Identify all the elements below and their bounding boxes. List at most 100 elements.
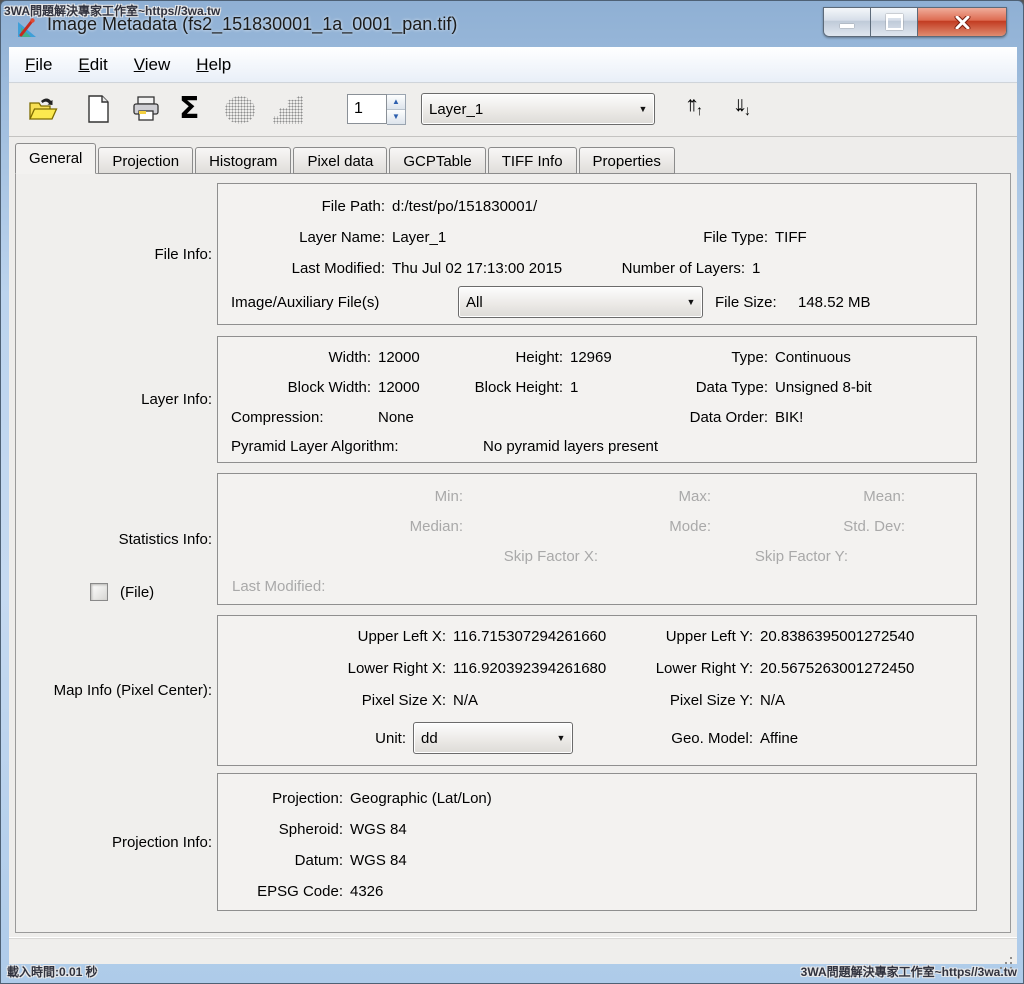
tab-tiff-info[interactable]: TIFF Info xyxy=(488,147,577,174)
maximize-icon xyxy=(886,14,903,30)
chevron-down-icon: ▼ xyxy=(632,104,654,114)
layer-select-dropdown[interactable]: Layer_1 ▼ xyxy=(421,93,655,125)
aux-files-dropdown[interactable]: All ▼ xyxy=(458,286,703,318)
window-controls xyxy=(823,7,1007,37)
layers-ascend-button[interactable]: ↑↑↑ xyxy=(685,93,699,117)
close-icon xyxy=(954,16,971,29)
aux-files-label: Image/Auxiliary File(s) xyxy=(231,294,379,312)
tab-properties[interactable]: Properties xyxy=(579,147,675,174)
lower-right-y-value: 20.5675263001272450 xyxy=(760,660,914,678)
skip-factor-y-label: Skip Factor Y: xyxy=(648,548,848,566)
datum-value: WGS 84 xyxy=(350,852,407,870)
upper-left-x-label: Upper Left X: xyxy=(218,628,446,646)
block-height-label: Block Height: xyxy=(463,379,563,397)
epsg-code-label: EPSG Code: xyxy=(218,883,343,901)
spinner-up-button[interactable]: ▲ xyxy=(387,95,405,110)
resize-grip[interactable] xyxy=(1010,957,1012,959)
layer-name-value: Layer_1 xyxy=(392,229,446,247)
open-folder-icon xyxy=(27,95,59,123)
spinner-down-button[interactable]: ▼ xyxy=(387,110,405,124)
tab-histogram[interactable]: Histogram xyxy=(195,147,291,174)
num-layers-value: 1 xyxy=(752,260,760,278)
layer-info-section-label: Layer Info: xyxy=(20,391,212,408)
file-info-group: File Path: d:/test/po/151830001/ Layer N… xyxy=(217,183,977,325)
width-value: 12000 xyxy=(378,349,420,367)
map-info-section-label: Map Info (Pixel Center): xyxy=(20,682,212,699)
watermark-bottom-left: 載入時間:0.01 秒 xyxy=(7,963,98,980)
upper-left-y-label: Upper Left Y: xyxy=(603,628,753,646)
type-label: Type: xyxy=(668,349,768,367)
menu-bar: File Edit View Help xyxy=(9,47,1017,83)
file-stats-checkbox[interactable] xyxy=(90,583,108,601)
down-arrow-icon: ↓ xyxy=(744,102,751,118)
std-dev-label: Std. Dev: xyxy=(705,518,905,536)
pyramid-value: No pyramid layers present xyxy=(483,438,658,456)
tab-general[interactable]: General xyxy=(15,143,96,174)
tab-projection[interactable]: Projection xyxy=(98,147,193,174)
printer-icon xyxy=(131,95,161,123)
tab-gcptable[interactable]: GCPTable xyxy=(389,147,485,174)
block-width-value: 12000 xyxy=(378,379,420,397)
last-modified-label: Last Modified: xyxy=(218,260,385,278)
histogram-disabled-button xyxy=(273,96,303,124)
statistics-info-group: Min: Max: Mean: Median: Mode: Std. Dev: … xyxy=(217,473,977,605)
maximize-button[interactable] xyxy=(871,8,918,36)
document-icon xyxy=(85,94,111,124)
layers-descend-button[interactable]: ↓↓↓ xyxy=(733,93,747,117)
mean-label: Mean: xyxy=(705,488,905,506)
chevron-down-icon: ▼ xyxy=(680,297,702,307)
pixel-size-x-label: Pixel Size X: xyxy=(218,692,446,710)
map-info-group: Upper Left X: 116.715307294261660 Upper … xyxy=(217,615,977,766)
histogram-icon xyxy=(273,96,303,124)
epsg-code-value: 4326 xyxy=(350,883,383,901)
file-size-value: 148.52 MB xyxy=(798,294,871,312)
minimize-button[interactable] xyxy=(824,8,871,36)
pyramid-sphere-icon xyxy=(225,96,255,124)
stats-info-section-label: Statistics Info: xyxy=(20,531,212,548)
data-order-label: Data Order: xyxy=(668,409,768,427)
layer-number-spinner[interactable]: 1 ▲ ▼ xyxy=(347,94,406,125)
layer-select-value: Layer_1 xyxy=(422,101,632,118)
menu-view[interactable]: View xyxy=(134,55,171,75)
up-arrow-icon: ↑ xyxy=(696,102,703,118)
menu-help[interactable]: Help xyxy=(196,55,231,75)
file-path-value: d:/test/po/151830001/ xyxy=(392,198,537,216)
watermark-bottom-right: 3WA問題解決專家工作室~https//3wa.tw xyxy=(801,963,1017,980)
file-type-value: TIFF xyxy=(775,229,807,247)
client-area: File Edit View Help xyxy=(9,47,1017,963)
lower-right-x-value: 116.920392394261680 xyxy=(453,660,606,678)
upper-left-y-value: 20.8386395001272540 xyxy=(760,628,914,646)
upper-left-x-value: 116.715307294261660 xyxy=(453,628,606,646)
unit-dropdown[interactable]: dd ▼ xyxy=(413,722,573,754)
down-arrow-icon: ↓ xyxy=(737,93,741,116)
projection-info-section-label: Projection Info: xyxy=(20,834,212,851)
print-button[interactable] xyxy=(131,95,161,126)
unit-value: dd xyxy=(414,730,550,747)
close-button[interactable] xyxy=(918,8,1006,36)
general-tab-panel: File Info: Layer Info: Statistics Info: … xyxy=(15,173,1011,933)
menu-file[interactable]: File xyxy=(25,55,52,75)
menu-edit[interactable]: Edit xyxy=(78,55,107,75)
tab-strip: General Projection Histogram Pixel data … xyxy=(15,143,677,174)
median-label: Median: xyxy=(218,518,463,536)
new-document-button[interactable] xyxy=(85,94,111,127)
height-label: Height: xyxy=(463,349,563,367)
compression-label: Compression: xyxy=(231,409,324,427)
width-label: Width: xyxy=(218,349,371,367)
spinner-buttons: ▲ ▼ xyxy=(387,94,406,125)
up-arrow-icon: ↑ xyxy=(689,93,693,116)
mode-label: Mode: xyxy=(511,518,711,536)
pixel-size-x-value: N/A xyxy=(453,692,478,710)
open-file-button[interactable] xyxy=(27,95,59,126)
compute-statistics-button[interactable]: Σ xyxy=(179,94,200,124)
minimize-icon xyxy=(840,24,854,28)
pyramid-layers-disabled-button xyxy=(225,96,255,124)
height-value: 12969 xyxy=(570,349,612,367)
layer-number-value[interactable]: 1 xyxy=(347,94,387,124)
app-icon xyxy=(15,16,39,40)
skip-factor-x-label: Skip Factor X: xyxy=(398,548,598,566)
data-type-label: Data Type: xyxy=(668,379,768,397)
aux-files-value: All xyxy=(459,294,680,311)
type-value: Continuous xyxy=(775,349,851,367)
tab-pixel-data[interactable]: Pixel data xyxy=(293,147,387,174)
